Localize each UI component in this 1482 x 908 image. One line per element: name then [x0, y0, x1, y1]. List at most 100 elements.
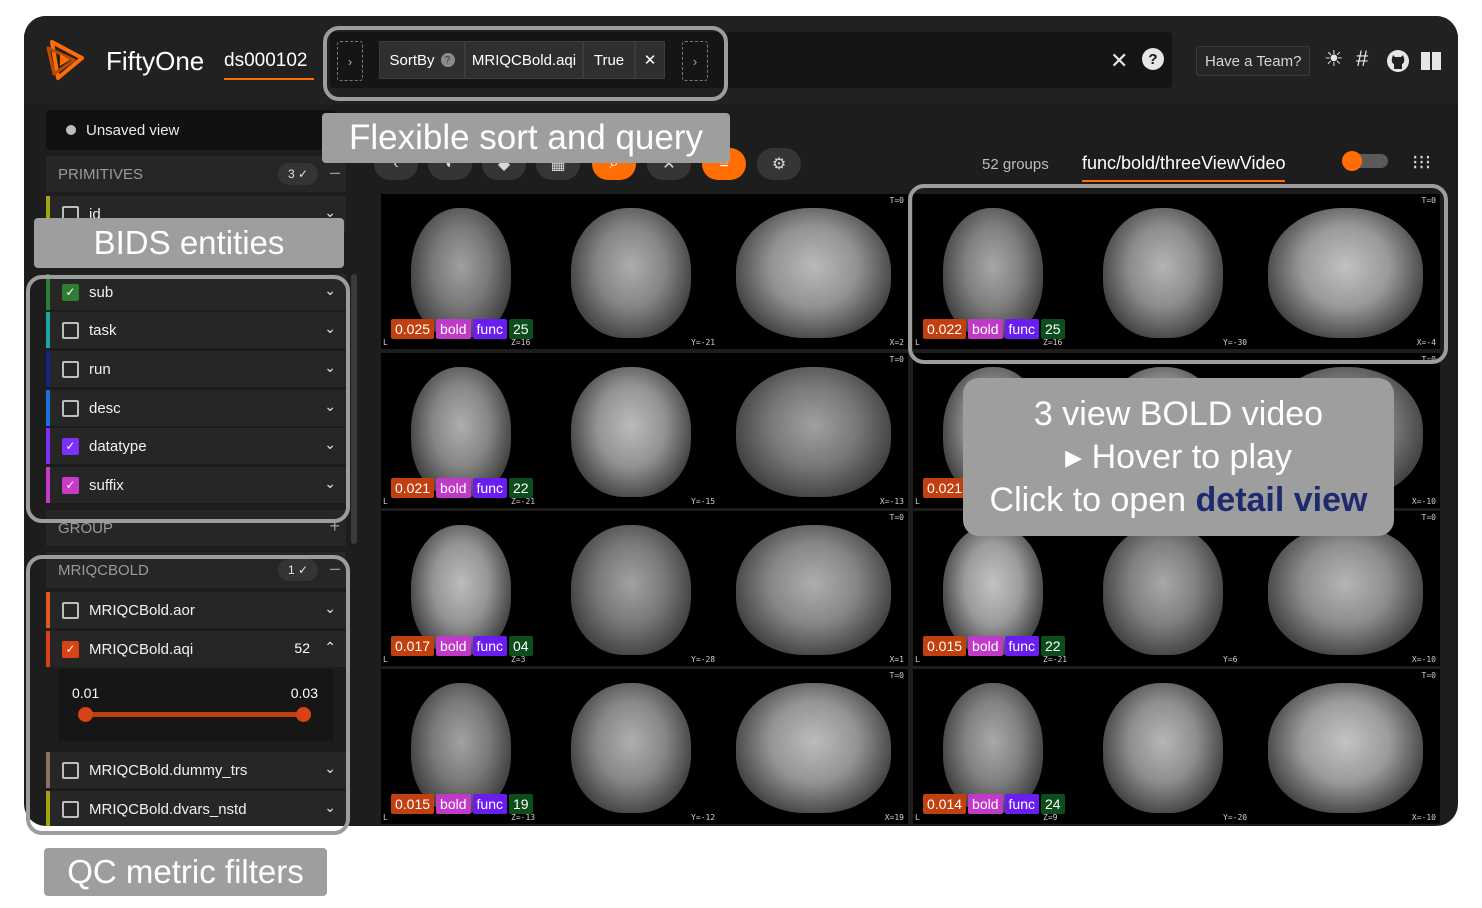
x-coordinate-label: X=1	[889, 655, 904, 664]
sagittal-view-image	[1268, 525, 1423, 655]
brand-name[interactable]: FiftyOne	[106, 46, 204, 77]
suffix-badge: bold	[436, 794, 471, 814]
clear-view-close-icon[interactable]: ✕	[1110, 48, 1128, 74]
bids-annotation: BIDS entities	[34, 218, 344, 268]
aqi-badge: 0.021	[923, 478, 967, 498]
primitives-group-header[interactable]: PRIMITIVES 3 ✓ –	[46, 156, 346, 192]
video-annotation-line3a: Click to open	[989, 480, 1196, 519]
side-label: L	[383, 655, 388, 664]
x-coordinate-label: X=-10	[1411, 655, 1436, 664]
primitives-title: PRIMITIVES	[58, 165, 144, 183]
frame-label: T=0	[1421, 513, 1436, 522]
video-annotation-line1: 3 view BOLD video	[1033, 394, 1324, 433]
sample-tile[interactable]: T=0 L Z=3 Y=-28 X=1 0.017 bold func 04	[381, 511, 908, 666]
suffix-badge: bold	[968, 636, 1003, 656]
side-label: L	[383, 338, 388, 347]
have-a-team-button[interactable]: Have a Team?	[1196, 46, 1311, 76]
sample-tile[interactable]: T=0 L Z=-21 Y=-15 X=-13 0.021 bold func 22	[381, 353, 908, 508]
x-coordinate-label: X=2	[889, 338, 904, 347]
dataset-name[interactable]: ds000102	[224, 50, 314, 80]
group-count: 52 groups	[982, 156, 1049, 173]
qc-annotation: QC metric filters	[44, 848, 327, 896]
tile-badges: 0.014 bold func 24	[923, 794, 1065, 814]
subject-badge: 22	[1040, 636, 1065, 656]
suffix-badge: bold	[436, 319, 471, 339]
datatype-badge: func	[472, 319, 507, 339]
side-label: L	[383, 813, 388, 822]
tile-badges: 0.015 bold func 19	[391, 794, 533, 814]
z-coordinate-label: Z=-13	[511, 813, 536, 822]
tile-badges: 0.015 bold func 22	[923, 636, 1065, 656]
datatype-badge: func	[472, 794, 507, 814]
sagittal-view-image	[736, 208, 891, 338]
x-coordinate-label: X=-10	[1411, 497, 1436, 506]
z-coordinate-label: Z=-21	[1043, 655, 1068, 664]
sun-icon[interactable]: ☀	[1324, 46, 1344, 72]
view-selector[interactable]: Unsaved view	[46, 110, 336, 150]
sample-tile[interactable]: T=0 L Z=16 Y=-21 X=2 0.025 bold func 25	[381, 194, 908, 349]
group-slice-selector[interactable]: func/bold/threeViewVideo	[1082, 153, 1286, 182]
sagittal-view-image	[736, 683, 891, 813]
coronal-view-image	[571, 208, 691, 338]
top-bar: FiftyOne ds000102 › SortBy ? MRIQCBold.a…	[24, 16, 1458, 104]
frame-label: T=0	[889, 355, 904, 364]
logo-icon[interactable]	[44, 38, 88, 82]
coronal-view-image	[1103, 683, 1223, 813]
tile-badges: 0.017 bold func 04	[391, 636, 533, 656]
side-label: L	[915, 813, 920, 822]
view-status-dot-icon	[66, 125, 76, 135]
subject-badge: 19	[508, 794, 533, 814]
side-label: L	[915, 655, 920, 664]
sagittal-view-image	[736, 367, 891, 497]
video-annotation-detail-view: detail view	[1195, 480, 1368, 519]
suffix-badge: bold	[968, 794, 1003, 814]
tile-badges: 0.021	[923, 478, 967, 498]
aqi-badge: 0.017	[391, 636, 435, 656]
x-coordinate-label: X=19	[884, 813, 904, 822]
y-coordinate-label: Y=-12	[691, 813, 716, 822]
y-coordinate-label: Y=-20	[1223, 813, 1248, 822]
help-circle-icon[interactable]: ?	[1142, 48, 1164, 70]
sagittal-view-image	[1268, 683, 1423, 813]
z-coordinate-label: Z=9	[1043, 813, 1058, 822]
toolbar-settings-gear-icon[interactable]: ⚙	[757, 148, 801, 180]
aqi-badge: 0.015	[923, 636, 967, 656]
datatype-badge: func	[1004, 794, 1039, 814]
z-coordinate-label: Z=-21	[511, 497, 536, 506]
sagittal-view-image	[736, 525, 891, 655]
frame-label: T=0	[889, 671, 904, 680]
frame-label: T=0	[889, 196, 904, 205]
subject-badge: 22	[508, 478, 533, 498]
collapse-primitives-icon[interactable]: –	[330, 162, 340, 183]
frame-label: T=0	[1421, 671, 1436, 680]
subject-badge: 25	[508, 319, 533, 339]
primitives-count: 3 ✓	[277, 163, 318, 185]
sample-tile[interactable]: T=0 L Z=-13 Y=-12 X=19 0.015 bold func 19	[381, 669, 908, 824]
video-annotation-line3: Click to open detail view	[990, 479, 1368, 522]
datatype-badge: func	[472, 636, 507, 656]
datatype-badge: func	[472, 478, 507, 498]
github-icon[interactable]	[1386, 49, 1410, 73]
video-annotation: 3 view BOLD video ▸ Hover to play Click …	[963, 378, 1394, 536]
media-toggle[interactable]	[1342, 151, 1388, 171]
side-label: L	[915, 497, 920, 506]
y-coordinate-label: Y=-21	[691, 338, 716, 347]
sample-tile[interactable]: T=0 L Z=9 Y=-20 X=-10 0.014 bold func 24	[913, 669, 1440, 824]
coronal-view-image	[571, 367, 691, 497]
sidebar-scrollbar[interactable]	[351, 274, 357, 544]
video-annotation-line2: ▸ Hover to play	[1065, 437, 1292, 476]
video-tile-highlight-box	[908, 184, 1448, 364]
tile-badges: 0.025 bold func 25	[391, 319, 533, 339]
aqi-badge: 0.021	[391, 478, 435, 498]
sort-annotation: Flexible sort and query	[322, 113, 730, 163]
toggle-knob[interactable]	[1342, 151, 1362, 171]
aqi-badge: 0.015	[391, 794, 435, 814]
side-label: L	[383, 497, 388, 506]
slack-icon[interactable]: #	[1356, 46, 1368, 72]
bids-highlight-box	[26, 275, 350, 523]
coronal-view-image	[571, 525, 691, 655]
z-coordinate-label: Z=16	[511, 338, 531, 347]
book-icon[interactable]	[1420, 50, 1442, 72]
x-coordinate-label: X=-10	[1411, 813, 1436, 822]
grid-size-icon[interactable]: ⁝⁝⁝	[1412, 150, 1431, 175]
